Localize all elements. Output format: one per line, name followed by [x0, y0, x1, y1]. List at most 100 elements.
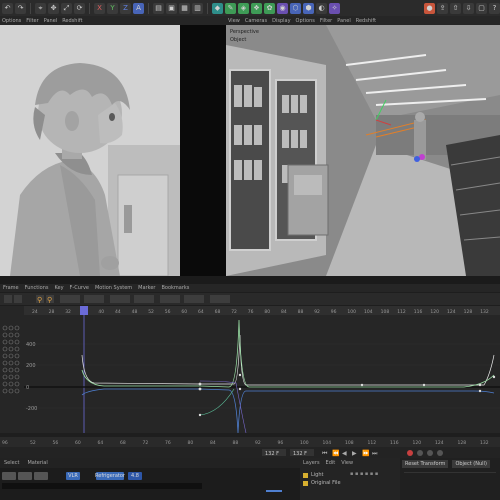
material-slot-3[interactable] [34, 472, 48, 480]
character-viewport[interactable] [0, 25, 180, 276]
prev-key-icon: ⏪ [332, 449, 340, 457]
current-frame-field: 132 F [265, 451, 279, 457]
ruler-bottom-tick-label: 124 [435, 440, 444, 446]
key-icon: ⚲ [37, 296, 42, 304]
menu-display[interactable]: Display [272, 18, 290, 24]
menu-redshift-right[interactable]: Redshift [356, 18, 376, 24]
menu-options[interactable]: Options [2, 18, 21, 24]
undo-icon[interactable]: ↶ [2, 2, 13, 14]
scale-tool-icon[interactable]: ⤢ [61, 2, 72, 14]
ruler-bottom-tick-label: 92 [255, 440, 261, 446]
render-region-icon[interactable]: ▤ [153, 2, 164, 14]
tl-menu-functions[interactable]: Functions [25, 285, 49, 291]
spline-pen-icon[interactable]: ✎ [225, 2, 236, 14]
coordinate-system-icon[interactable]: A [133, 2, 144, 14]
slider-handle[interactable] [266, 490, 282, 492]
ruler-bottom-tick-label: 60 [75, 440, 81, 446]
key-selection-icon [427, 450, 433, 456]
field-icon[interactable]: ⬡ [290, 2, 301, 14]
share-icon[interactable]: ⇪ [437, 2, 448, 14]
scene-icon[interactable]: ⬢ [303, 2, 314, 14]
layer-color-swatch [303, 480, 308, 486]
ruler-bottom-tick-label: 64 [98, 440, 104, 446]
layer-name: Light [311, 472, 324, 478]
keyframe-icon [437, 450, 443, 456]
ruler-bottom-tick-label: 96 [278, 440, 284, 446]
cube-icon[interactable]: ◆ [212, 2, 223, 14]
menu-options-right[interactable]: Options [296, 18, 315, 24]
fcurve-plot: 400 200 0 -200 [24, 315, 500, 433]
record-icon [407, 450, 413, 456]
render-queue-icon[interactable]: ▥ [192, 2, 203, 14]
render-view-icon[interactable]: ▣ [166, 2, 177, 14]
help-icon[interactable]: ? [489, 2, 500, 14]
y-label-200: 200 [26, 363, 36, 369]
tab-view[interactable]: View [341, 460, 353, 466]
layer-row[interactable]: Original File [303, 480, 341, 486]
panel-divider [0, 276, 500, 284]
upload-icon[interactable]: ⇧ [450, 2, 461, 14]
ruler-bottom-tick-label: 72 [143, 440, 149, 446]
rotate-tool-icon[interactable]: ⟳ [74, 2, 85, 14]
subdivision-icon[interactable]: ❖ [251, 2, 262, 14]
render-settings-icon[interactable]: ▦ [179, 2, 190, 14]
z-axis-icon[interactable]: Z [120, 2, 131, 14]
reset-transform-button[interactable]: Reset Transform [402, 460, 449, 468]
menu-panel[interactable]: Panel [44, 18, 58, 24]
layout-icon[interactable]: ▢ [476, 2, 487, 14]
right-viewport-menu: View Cameras Display Options Filter Pane… [226, 16, 500, 25]
end-frame-field: 132 F [293, 451, 307, 457]
menu-filter-right[interactable]: Filter [320, 18, 332, 24]
material-tag-vlr[interactable]: VLR [66, 472, 80, 480]
timeline-ruler-top[interactable]: 2428323640444852566064687276808488929610… [24, 306, 500, 315]
camera-icon[interactable]: ◐ [316, 2, 327, 14]
layer-row[interactable]: Light [303, 472, 323, 478]
next-key-icon: ⏩ [362, 449, 370, 457]
material-tag-refrigerator[interactable]: Refrigerator [95, 472, 125, 480]
ruler-bottom-start-label: 96 [2, 440, 8, 446]
menu-redshift[interactable]: Redshift [62, 18, 82, 24]
ruler-bottom-tick-label: 112 [368, 440, 377, 446]
y-label-0: 0 [26, 385, 29, 391]
layer-flags[interactable]: ▪ ▪ ▪ ▪ ▪ ▪ [350, 471, 378, 477]
x-axis-icon[interactable]: X [94, 2, 105, 14]
material-slot-1[interactable] [2, 472, 16, 480]
y-label-400: 400 [26, 342, 36, 348]
cloner-icon[interactable]: ✿ [264, 2, 275, 14]
menu-filter[interactable]: Filter [26, 18, 38, 24]
select-tool-icon[interactable]: ⌖ [35, 2, 46, 14]
tl-menu-frame[interactable]: Frame [3, 285, 19, 291]
redo-icon[interactable]: ↷ [15, 2, 26, 14]
material-slot-2[interactable] [18, 472, 32, 480]
tl-menu-motion-system[interactable]: Motion System [95, 285, 132, 291]
light-icon[interactable]: ✧ [329, 2, 340, 14]
material-strip: VLR Refrigerator 4.8 [0, 468, 300, 500]
menu-select[interactable]: Select [4, 460, 19, 466]
tl-menu-marker[interactable]: Marker [138, 285, 155, 291]
material-tag-value[interactable]: 4.8 [128, 472, 142, 480]
menu-material[interactable]: Material [27, 460, 47, 466]
ruler-bottom-tick-label: 88 [233, 440, 239, 446]
y-axis-icon[interactable]: Y [107, 2, 118, 14]
tl-menu-key[interactable]: Key [54, 285, 63, 291]
tl-menu-bookmarks[interactable]: Bookmarks [161, 285, 189, 291]
timeline-ruler-bottom[interactable]: 52 56 60 64 68 72 76 80 84 88 92 96 100 104 108 112 116 1… [0, 437, 500, 447]
playhead-marker[interactable] [80, 306, 88, 315]
generator-icon[interactable]: ◈ [238, 2, 249, 14]
app-logo-icon[interactable]: ● [424, 2, 435, 14]
menu-panel-right[interactable]: Panel [337, 18, 351, 24]
layer-name: Original File [311, 480, 341, 486]
tab-layers[interactable]: Layers [303, 460, 320, 466]
object-dropdown[interactable]: Object (Null) [452, 460, 490, 468]
tab-edit[interactable]: Edit [326, 460, 336, 466]
perspective-viewport[interactable]: Perspective Object [226, 25, 500, 276]
ruler-bottom-tick-label: 108 [345, 440, 354, 446]
deformer-icon[interactable]: ◉ [277, 2, 288, 14]
ruler-bottom-tick-label: 68 [120, 440, 126, 446]
tl-menu-fcurve[interactable]: F-Curve [70, 285, 89, 291]
fcurve-graph[interactable]: 400 200 0 -200 [24, 315, 500, 433]
menu-cameras[interactable]: Cameras [245, 18, 267, 24]
download-icon[interactable]: ⇩ [463, 2, 474, 14]
move-tool-icon[interactable]: ✥ [48, 2, 59, 14]
menu-view[interactable]: View [228, 18, 240, 24]
